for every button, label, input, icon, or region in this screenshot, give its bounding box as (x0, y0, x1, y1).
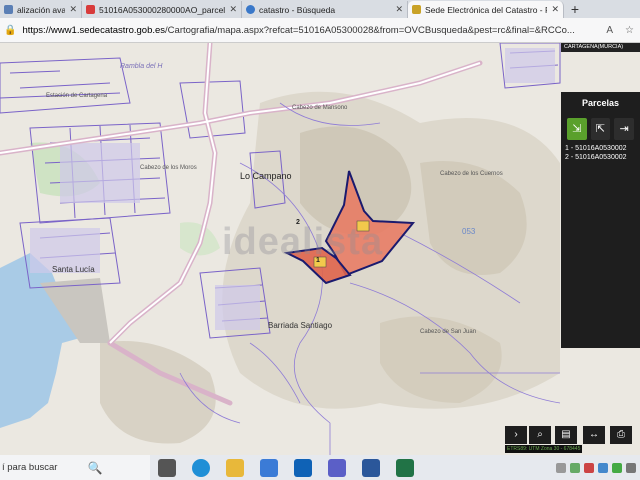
volume-icon[interactable] (626, 462, 636, 473)
expand-toolbar-button[interactable]: › (505, 426, 527, 444)
cabezo-san-juan-label: Cabezo de San Juan (420, 329, 477, 335)
print-button[interactable]: ⎙ (610, 426, 632, 444)
coords-readout: ETRS89: UTM Zona 30 - 678445 (505, 445, 583, 453)
layers-button[interactable]: ▤ (555, 426, 577, 444)
close-icon[interactable]: ✕ (395, 4, 403, 15)
tab-1[interactable]: alización avanzada ✕ (0, 1, 82, 18)
taskbar-search[interactable]: í para buscar 🔍 (0, 455, 150, 480)
status-icon[interactable] (612, 462, 622, 473)
close-icon[interactable]: ✕ (69, 4, 77, 15)
excel-icon[interactable] (396, 458, 414, 477)
close-icon[interactable]: ✕ (229, 4, 237, 15)
parcel-row[interactable]: 2 - 51016A0530002 (561, 153, 640, 162)
search-icon (246, 5, 255, 14)
security-icon[interactable] (584, 462, 594, 473)
tab-2[interactable]: 51016A053000280000AO_parcel ✕ (82, 1, 242, 18)
region-label: CARTAGENA(MURCIA) (561, 43, 640, 52)
network-icon[interactable] (570, 462, 580, 473)
outlook-icon[interactable] (294, 458, 312, 477)
chevron-up-icon[interactable] (556, 462, 566, 473)
pdf-icon (86, 5, 95, 14)
close-icon[interactable]: ✕ (551, 4, 559, 15)
system-tray (556, 462, 636, 473)
mail-icon[interactable] (260, 458, 278, 477)
browser-tab-bar: alización avanzada ✕ 51016A053000280000A… (0, 0, 640, 18)
cabezo-mansono-label: Cabezo de Mansono (292, 105, 348, 111)
barriada-label: Barriada Santiago (268, 321, 333, 330)
tab-4[interactable]: Sede Electrónica del Catastro - F ✕ (408, 1, 564, 18)
task-view-icon[interactable] (158, 458, 176, 477)
rambla-label: Rambla del H (120, 63, 163, 70)
cadastral-map[interactable]: 2 1 Rambla del H Estación de Cartagena L… (0, 43, 640, 455)
word-icon[interactable] (362, 458, 380, 477)
url-text[interactable]: https://www1.sedecatastro.gob.es/Cartogr… (22, 25, 600, 36)
export-parcel-button[interactable]: ⇥ (614, 118, 635, 140)
lock-icon[interactable]: 🔒 (4, 25, 16, 36)
list-parcel-button[interactable]: ⇱ (590, 118, 611, 140)
estacion-label: Estación de Cartagena (46, 93, 108, 99)
panel-title: Parcelas (581, 98, 620, 108)
new-tab-button[interactable]: + (564, 1, 586, 18)
lo-campano-label: Lo Campano (240, 171, 292, 181)
parcel-row[interactable]: 1 - 51016A0530002 (561, 144, 640, 153)
select-parcel-button[interactable]: ⇲ (567, 118, 587, 140)
search-highlight-icon: 🔍 (87, 460, 103, 475)
catastro-icon (412, 5, 421, 14)
los-moros-label: Cabezo de los Moros (140, 165, 197, 171)
zoom-search-button[interactable]: ⌕ (529, 426, 551, 444)
address-bar[interactable]: 🔒 https://www1.sedecatastro.gob.es/Carto… (0, 18, 640, 43)
read-aloud-icon[interactable]: A (606, 25, 613, 36)
code-053-label: 053 (462, 227, 476, 236)
santa-lucia-label: Santa Lucía (52, 265, 95, 274)
file-explorer-icon[interactable] (226, 458, 244, 477)
measure-button[interactable]: ↔ (583, 426, 605, 444)
parcelas-panel: Parcelas ⇲ ⇱ ⇥ 1 - 51016A0530002 2 - 510… (561, 92, 640, 348)
tab-3[interactable]: catastro - Búsqueda ✕ (242, 1, 408, 18)
teams-icon[interactable] (328, 458, 346, 477)
watermark: idealista (222, 221, 384, 263)
onedrive-icon[interactable] (598, 462, 608, 473)
windows-taskbar: í para buscar 🔍 (0, 455, 640, 480)
edge-icon[interactable] (192, 458, 210, 477)
cabezo-cuernos-label: Cabezo de los Cuernos (440, 171, 503, 177)
app-icon (4, 5, 13, 14)
favorite-icon[interactable]: ☆ (625, 25, 634, 36)
